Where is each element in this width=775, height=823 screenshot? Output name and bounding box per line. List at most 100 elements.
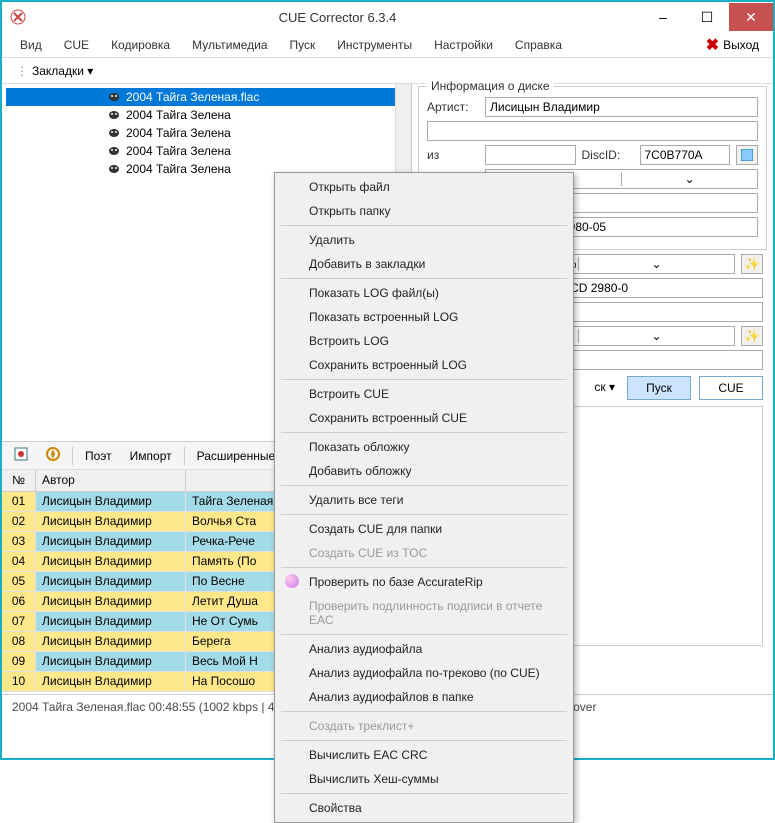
col-num[interactable]: № [2, 470, 36, 491]
cell-num: 08 [2, 632, 36, 651]
context-menu-item[interactable]: Открыть файл [277, 175, 571, 199]
bug-icon [106, 126, 122, 140]
album-input[interactable] [427, 121, 758, 141]
exit-icon: ✖ [706, 35, 719, 55]
tree-item[interactable]: 2004 Тайга Зелена [6, 106, 407, 124]
menu-encoding[interactable]: Кодировка [107, 35, 174, 55]
import-button[interactable]: Импорт [124, 447, 178, 465]
titlebar: CUE Corrector 6.3.4 – ☐ ✕ [2, 2, 773, 32]
context-menu: Открыть файлОткрыть папкуУдалитьДобавить… [274, 172, 574, 823]
context-menu-item[interactable]: Встроить CUE [277, 382, 571, 406]
menu-tools[interactable]: Инструменты [333, 35, 416, 55]
tool-icon-1[interactable] [8, 445, 34, 466]
group-label: Информация о диске [427, 79, 554, 93]
tree-item-label: 2004 Тайга Зелена [126, 162, 231, 176]
context-menu-item[interactable]: Создать CUE для папки [277, 517, 571, 541]
cell-author: Лисицын Владимир [36, 592, 186, 611]
menu-run[interactable]: Пуск [286, 35, 320, 55]
tool-icon-2[interactable] [40, 445, 66, 466]
sk-dropdown[interactable]: ск ▾ [590, 376, 619, 400]
context-menu-item[interactable]: Добавить обложку [277, 459, 571, 483]
discid-input[interactable] [640, 145, 731, 165]
context-menu-item[interactable]: Показать встроенный LOG [277, 305, 571, 329]
cell-author: Лисицын Владимир [36, 552, 186, 571]
context-menu-item[interactable]: Открыть папку [277, 199, 571, 223]
cell-num: 04 [2, 552, 36, 571]
bug-icon [106, 108, 122, 122]
cell-num: 05 [2, 572, 36, 591]
context-menu-item[interactable]: Анализ аудиофайлов в папке [277, 685, 571, 709]
extended-button[interactable]: Расширенные [191, 447, 282, 465]
exit-label: Выход [723, 38, 759, 52]
discid-label: DiscID: [582, 148, 634, 162]
menu-multimedia[interactable]: Мультимедиа [188, 35, 271, 55]
maximize-button[interactable]: ☐ [685, 3, 729, 31]
artist-input[interactable] [485, 97, 758, 117]
cell-num: 06 [2, 592, 36, 611]
from-input[interactable] [485, 145, 576, 165]
context-menu-item[interactable]: Удалить [277, 228, 571, 252]
artist-label: Артист: [427, 100, 479, 114]
menubar: Вид CUE Кодировка Мультимедиа Пуск Инстр… [2, 32, 773, 58]
context-menu-item[interactable]: Показать обложку [277, 435, 571, 459]
context-menu-item[interactable]: Удалить все теги [277, 488, 571, 512]
window-title: CUE Corrector 6.3.4 [34, 10, 641, 25]
cell-author: Лисицын Владимир [36, 672, 186, 691]
bug-icon [106, 162, 122, 176]
poet-button[interactable]: Поэт [79, 447, 118, 465]
cell-author: Лисицын Владимир [36, 572, 186, 591]
tree-item-label: 2004 Тайга Зелена [126, 144, 231, 158]
context-menu-item[interactable]: Сохранить встроенный CUE [277, 406, 571, 430]
context-menu-item[interactable]: Добавить в закладки [277, 252, 571, 276]
chevron-down-icon: ⌄ [578, 329, 734, 343]
cell-author: Лисицын Владимир [36, 652, 186, 671]
menu-settings[interactable]: Настройки [430, 35, 497, 55]
cell-num: 02 [2, 512, 36, 531]
cell-author: Лисицын Владимир [36, 492, 186, 511]
tree-item[interactable]: 2004 Тайга Зелена [6, 124, 407, 142]
context-menu-item[interactable]: Встроить LOG [277, 329, 571, 353]
bug-icon [106, 144, 122, 158]
tree-item-label: 2004 Тайга Зелена [126, 126, 231, 140]
app-icon [10, 9, 26, 25]
tree-item-label: 2004 Тайга Зелена [126, 108, 231, 122]
cell-num: 09 [2, 652, 36, 671]
cue-button[interactable]: CUE [699, 376, 763, 400]
run-button[interactable]: Пуск [627, 376, 691, 400]
context-menu-item[interactable]: Свойства [277, 796, 571, 820]
minimize-button[interactable]: – [641, 3, 685, 31]
menu-view[interactable]: Вид [16, 35, 46, 55]
cell-num: 07 [2, 612, 36, 631]
cell-author: Лисицын Владимир [36, 512, 186, 531]
wand-icon[interactable]: ✨ [741, 254, 763, 274]
context-menu-item[interactable]: Анализ аудиофайла по-трекoво (по CUE) [277, 661, 571, 685]
chevron-down-icon: ⌄ [578, 257, 734, 271]
context-menu-item[interactable]: Проверить по базе AccurateRip [277, 570, 571, 594]
exit-button[interactable]: ✖ Выход [706, 35, 759, 55]
cell-num: 10 [2, 672, 36, 691]
sub-toolbar: ⋮ Закладки ▾ [2, 58, 773, 84]
context-menu-item[interactable]: Вычислить EAC CRC [277, 743, 571, 767]
chevron-down-icon: ⌄ [621, 172, 757, 186]
col-author[interactable]: Автор [36, 470, 186, 491]
tree-item[interactable]: 2004 Тайга Зелена [6, 142, 407, 160]
context-menu-item[interactable]: Вычислить Хеш-суммы [277, 767, 571, 791]
context-menu-item[interactable]: Сохранить встроенный LOG [277, 353, 571, 377]
cell-author: Лисицын Владимир [36, 632, 186, 651]
context-menu-item: Проверить подлинность подписи в отчете E… [277, 594, 571, 632]
close-button[interactable]: ✕ [729, 3, 773, 31]
context-menu-item[interactable]: Анализ аудиофайла [277, 637, 571, 661]
wand-icon-2[interactable]: ✨ [741, 326, 763, 346]
cell-author: Лисицын Владимир [36, 532, 186, 551]
tree-item[interactable]: 2004 Тайга Зеленая.flac [6, 88, 407, 106]
menu-cue[interactable]: CUE [60, 35, 93, 55]
tree-item-label: 2004 Тайга Зеленая.flac [126, 90, 259, 104]
context-menu-item[interactable]: Показать LOG файл(ы) [277, 281, 571, 305]
bug-icon [106, 90, 122, 104]
context-menu-item: Создать CUE из TOC [277, 541, 571, 565]
calc-icon[interactable] [736, 145, 758, 165]
bookmarks-dropdown[interactable]: Закладки ▾ [28, 62, 97, 80]
menu-help[interactable]: Справка [511, 35, 566, 55]
cell-author: Лисицын Владимир [36, 612, 186, 631]
from-label: из [427, 148, 479, 162]
